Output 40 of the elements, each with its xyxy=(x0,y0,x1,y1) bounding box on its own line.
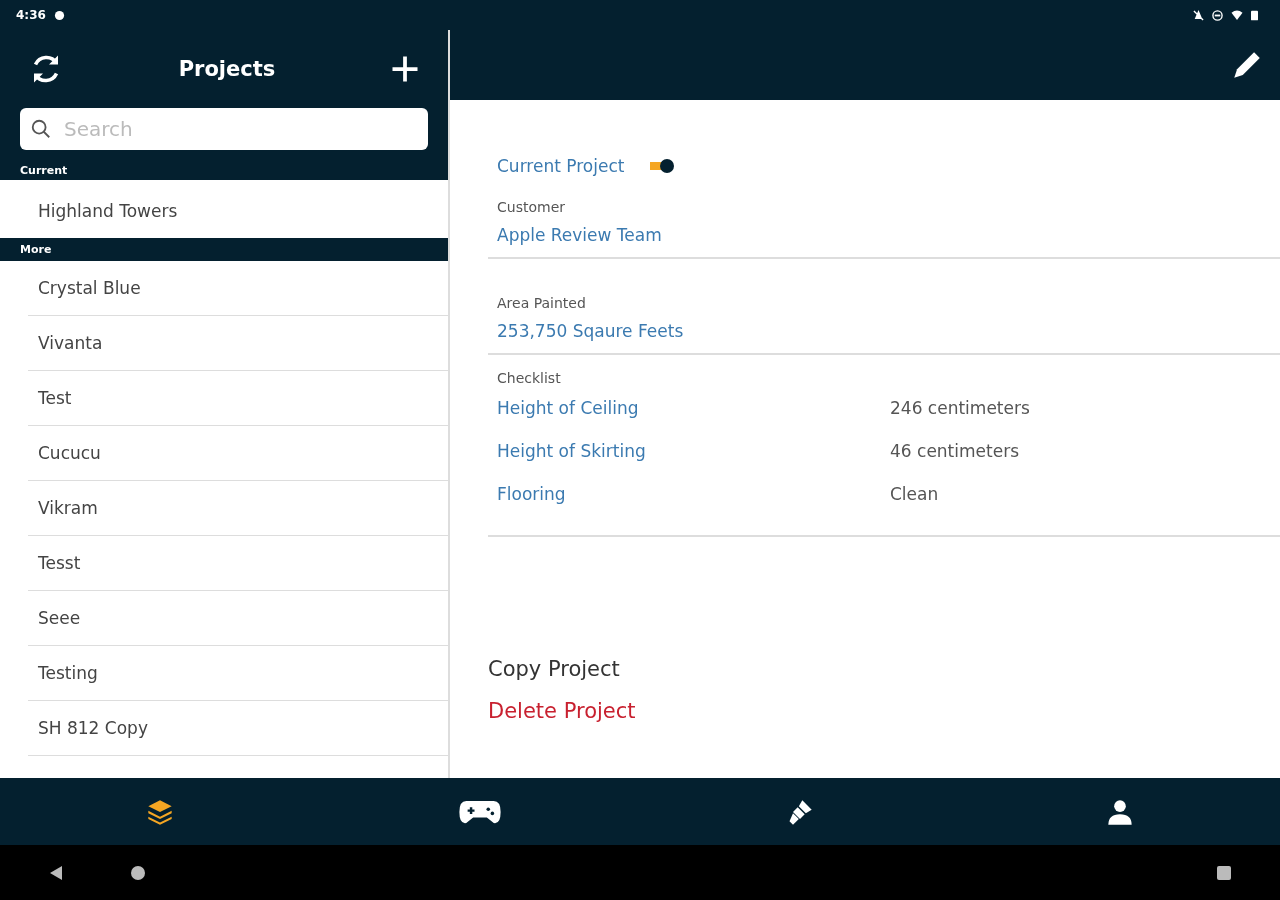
section-label: More xyxy=(20,243,52,256)
current-project-label: Current Project xyxy=(497,156,625,176)
mute-icon xyxy=(1193,9,1204,21)
field-label: Checklist xyxy=(497,370,562,386)
battery-icon xyxy=(1251,9,1258,21)
do-not-disturb-icon xyxy=(1212,9,1223,21)
project-item[interactable]: Test xyxy=(28,371,448,426)
field-label: Customer xyxy=(497,199,566,215)
wifi-icon xyxy=(1231,9,1243,21)
project-item[interactable]: Vivanta xyxy=(28,316,448,371)
project-item[interactable]: Cucucu xyxy=(28,426,448,481)
person-icon[interactable] xyxy=(1106,797,1134,826)
back-icon[interactable] xyxy=(48,864,64,881)
project-item[interactable]: Vikram xyxy=(28,481,448,536)
checklist-value: 246 centimeters xyxy=(890,398,1030,418)
checklist-value: Clean xyxy=(890,484,939,504)
add-icon[interactable] xyxy=(390,54,420,84)
delete-link[interactable]: Delete Project xyxy=(488,699,636,723)
field-value: Apple Review Team xyxy=(497,225,663,245)
project-item[interactable]: SH 812 Copy xyxy=(28,701,448,756)
section-label: Current xyxy=(20,163,69,179)
checklist-item: Flooring xyxy=(497,484,567,504)
project-item[interactable]: Crystal Blue xyxy=(28,261,448,316)
field-label: Area Painted xyxy=(497,295,587,311)
field-value: 253,750 Sqaure Feets xyxy=(497,321,685,341)
project-item[interactable]: Seee xyxy=(28,591,448,646)
checklist-item: Height of Ceiling xyxy=(497,398,640,418)
project-item[interactable]: Tesst xyxy=(28,536,448,591)
project-item[interactable]: Highland Towers xyxy=(0,183,448,238)
copy-link[interactable]: Copy Project xyxy=(488,657,620,681)
checklist-item: Height of Skirting xyxy=(497,441,647,461)
status-time: 4:36 xyxy=(16,8,46,22)
panel-title: Projects xyxy=(178,57,276,81)
project-item[interactable]: Testing xyxy=(28,646,448,701)
recents-icon[interactable] xyxy=(1216,864,1232,881)
notification-icon xyxy=(53,9,65,21)
toggle-switch[interactable] xyxy=(650,160,675,172)
search-field[interactable]: Search xyxy=(20,108,428,150)
checklist-value: 46 centimeters xyxy=(890,441,1019,461)
home-icon[interactable] xyxy=(130,864,146,881)
